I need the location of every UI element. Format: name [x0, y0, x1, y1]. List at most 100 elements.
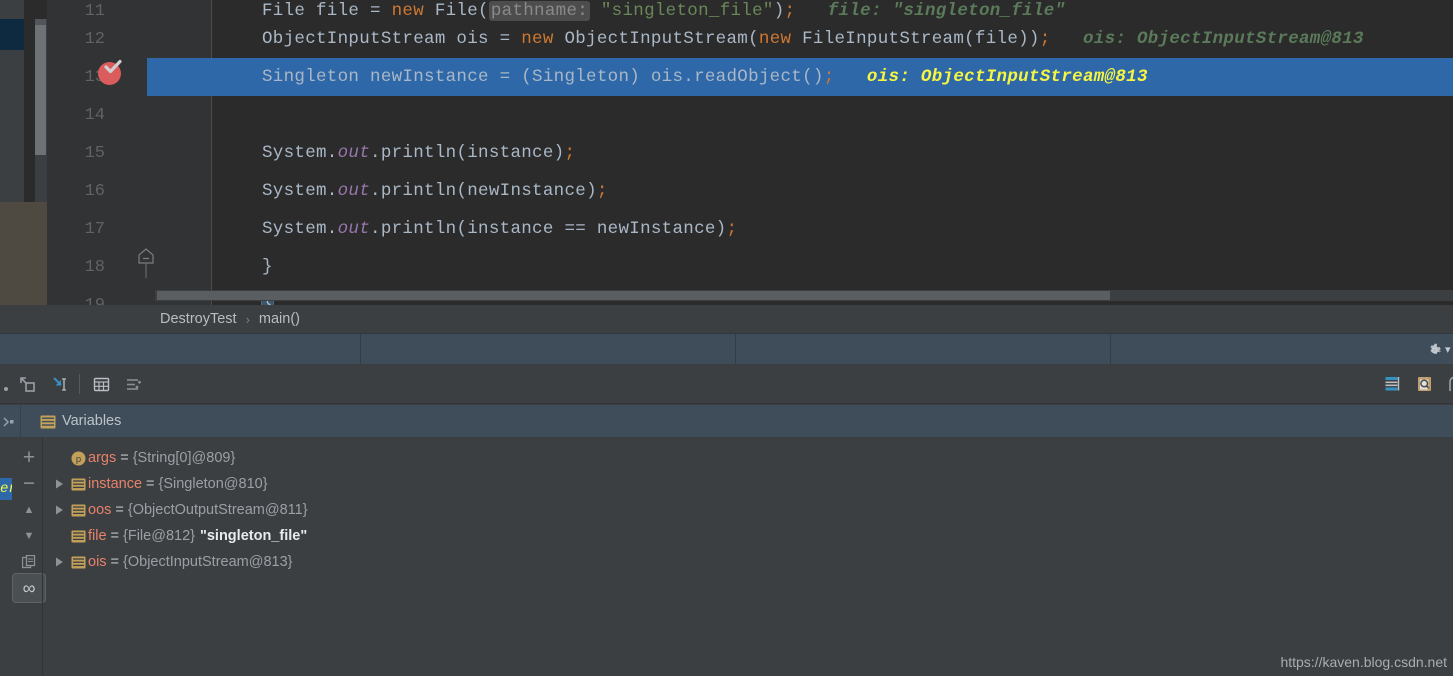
pin-icon[interactable] — [2, 415, 16, 427]
variable-name: args — [88, 450, 117, 466]
object-icon — [68, 471, 88, 497]
code-line[interactable]: System.out.println(instance); — [212, 134, 1453, 172]
tab-divider — [360, 334, 361, 365]
toolbar-separator — [79, 374, 80, 394]
idea-debugger-window: 11 File file = new File(pathname: "single… — [0, 0, 1453, 676]
step-out-icon[interactable] — [17, 374, 37, 394]
variables-left-edge — [0, 437, 12, 676]
object-icon — [68, 549, 88, 575]
variables-panel[interactable]: er +−▲▼∞ pargs={String[0]@809}instance={… — [0, 437, 1453, 676]
code-text: System.out.println(newInstance); — [262, 181, 608, 201]
variable-value: {ObjectInputStream@813} — [123, 554, 293, 570]
variable-row[interactable]: ois = {ObjectInputStream@813} — [44, 549, 1453, 575]
code-line[interactable] — [212, 96, 1453, 134]
code-text: } — [262, 257, 273, 277]
variables-panel-title: Variables — [62, 413, 122, 429]
line-number: 18 — [84, 258, 105, 277]
gear-icon[interactable] — [1424, 340, 1444, 360]
move-down-button-glyph: ▼ — [23, 530, 35, 542]
move-up-button-glyph: ▲ — [23, 504, 35, 516]
variable-value: {Singleton@810} — [158, 476, 268, 492]
variable-value: {File@812} — [123, 528, 195, 544]
breadcrumb-separator-icon: › — [245, 311, 250, 327]
step-into-icon[interactable] — [0, 374, 12, 394]
code-fold-collapse-icon[interactable] — [137, 248, 155, 278]
code-line[interactable]: System.out.println(instance == newInstan… — [212, 210, 1453, 248]
code-text: ObjectInputStream ois = new ObjectInputS… — [262, 29, 1364, 49]
code-text: Singleton newInstance = (Singleton) ois.… — [262, 67, 1148, 87]
expand-arrow-icon[interactable] — [50, 471, 68, 497]
restore-layout-icon[interactable] — [1383, 374, 1403, 394]
line-number: 12 — [84, 30, 105, 49]
object-icon — [68, 497, 88, 523]
breadcrumb-method[interactable]: main() — [259, 311, 300, 327]
variable-name: instance — [88, 476, 143, 492]
variables-icon — [40, 415, 56, 434]
add-watch-button-glyph: + — [22, 446, 36, 469]
watches-button-glyph: ∞ — [22, 577, 36, 598]
code-line-current[interactable]: Singleton newInstance = (Singleton) ois.… — [147, 58, 1453, 96]
editor-horizontal-scrollbar-thumb[interactable] — [157, 291, 1110, 300]
debugger-toolbar[interactable] — [0, 364, 1453, 404]
line-number: 11 — [84, 2, 105, 21]
close-icon[interactable] — [1445, 374, 1453, 394]
remove-watch-button-glyph: − — [22, 472, 36, 495]
expand-arrow-icon[interactable] — [50, 549, 68, 575]
watermark: https://kaven.blog.csdn.net — [1280, 654, 1447, 670]
variable-equals: = — [146, 476, 155, 492]
variable-value: {ObjectOutputStream@811} — [127, 502, 308, 518]
line-number: 13 — [84, 68, 105, 87]
line-number: 15 — [84, 144, 105, 163]
watches-button[interactable]: ∞ — [12, 573, 46, 603]
breadcrumb[interactable]: DestroyTest › main() — [160, 305, 300, 333]
variable-equals: = — [110, 554, 120, 570]
tab-divider — [1110, 334, 1111, 365]
variable-row[interactable]: oos = {ObjectOutputStream@811} — [44, 497, 1453, 523]
variable-name: ois — [88, 554, 107, 570]
variable-row[interactable]: file = {File@812} "singleton_file" — [44, 523, 1453, 549]
code-text: System.out.println(instance == newInstan… — [262, 219, 738, 239]
variable-equals: = — [110, 528, 120, 544]
code-line[interactable]: ObjectInputStream ois = new ObjectInputS… — [212, 20, 1453, 58]
code-line[interactable]: } — [212, 248, 1453, 286]
settings-list-icon[interactable] — [123, 374, 143, 394]
debug-tab-bar[interactable]: ▾ — [0, 333, 1453, 365]
variables-panel-divider — [42, 437, 43, 676]
parameter-icon: p — [68, 445, 88, 471]
variables-panel-header: Variables — [0, 405, 1453, 437]
run-to-cursor-icon[interactable] — [50, 374, 70, 394]
code-text: File file = new File(pathname: "singleto… — [262, 1, 1066, 21]
expand-arrow-icon[interactable] — [50, 497, 68, 523]
variable-row[interactable]: instance = {Singleton@810} — [44, 471, 1453, 497]
watches-toolbar[interactable]: + − ▲ ▼ ∞ — [12, 437, 46, 676]
variables-tree[interactable]: p args = {String[0]@809} instance = {Singleton… — [44, 445, 1453, 575]
breadcrumb-class[interactable]: DestroyTest — [160, 311, 237, 327]
evaluate-expression-icon[interactable] — [91, 374, 111, 394]
variable-equals: = — [115, 502, 124, 518]
tab-divider — [735, 334, 736, 365]
line-number: 16 — [84, 182, 105, 201]
svg-text:p: p — [75, 454, 80, 465]
breakpoint-verified-icon[interactable] — [98, 59, 124, 85]
variable-string-value: "singleton_file" — [199, 528, 308, 544]
variable-name: oos — [88, 502, 112, 518]
code-editor[interactable]: 11 File file = new File(pathname: "single… — [0, 0, 1453, 305]
code-text: System.out.println(instance); — [262, 143, 576, 163]
line-number: 17 — [84, 220, 105, 239]
line-number: 14 — [84, 106, 105, 125]
object-icon — [68, 523, 88, 549]
variable-row[interactable]: p args = {String[0]@809} — [44, 445, 1453, 471]
variable-value: {String[0]@809} — [132, 450, 236, 466]
editor-selection-chip: er — [0, 478, 12, 500]
line-number: 19 — [47, 296, 105, 305]
inspect-icon[interactable] — [1415, 374, 1435, 394]
chevron-down-icon[interactable]: ▾ — [1445, 345, 1453, 356]
header-divider — [20, 405, 21, 437]
code-line[interactable]: System.out.println(newInstance); — [212, 172, 1453, 210]
code-lines: 11 File file = new File(pathname: "single… — [0, 0, 1453, 305]
variable-equals: = — [120, 450, 129, 466]
breadcrumb-bar: DestroyTest › main() — [0, 305, 1453, 333]
variable-name: file — [88, 528, 107, 544]
